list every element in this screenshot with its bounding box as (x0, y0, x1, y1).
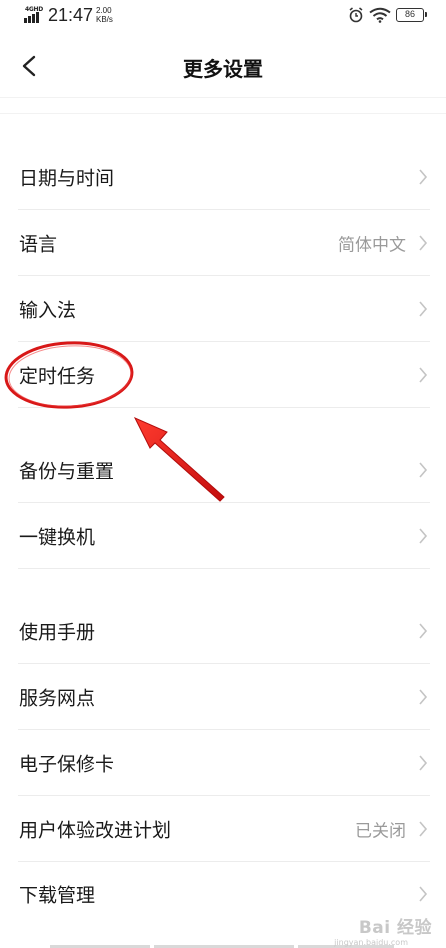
chevron-right-icon (419, 300, 428, 317)
settings-item-label: 电子保修卡 (19, 753, 115, 775)
settings-item-label: 备份与重置 (19, 460, 115, 482)
chevron-right-icon (419, 754, 428, 771)
header-divider (0, 97, 446, 98)
section-divider (0, 113, 446, 114)
app-header: 更多设置 (0, 34, 446, 98)
watermark-sub: jingyan.baidu.com (334, 938, 408, 947)
divider (18, 407, 430, 408)
settings-item-value: 已关闭 (355, 821, 406, 841)
settings-item-label: 用户体验改进计划 (19, 819, 172, 841)
settings-item-label: 一键换机 (19, 526, 96, 548)
battery-icon: 86 (396, 8, 427, 22)
settings-item-value: 简体中文 (338, 235, 406, 255)
network-speed-value: 2.00 (96, 6, 112, 15)
chevron-right-icon (419, 366, 428, 383)
chevron-right-icon (419, 820, 428, 837)
settings-item-label: 服务网点 (19, 687, 96, 709)
settings-item-ux-program[interactable]: 用户体验改进计划 已关闭 (0, 796, 446, 861)
settings-item-label: 日期与时间 (19, 167, 115, 190)
chevron-right-icon (419, 885, 428, 902)
chevron-right-icon (419, 688, 428, 705)
network-speed-unit: KB/s (96, 15, 113, 24)
chevron-right-icon (419, 234, 428, 251)
chevron-right-icon (419, 169, 428, 185)
divider (18, 568, 430, 569)
alarm-icon (349, 7, 363, 23)
settings-item-user-manual[interactable]: 使用手册 (0, 598, 446, 663)
settings-item-e-warranty[interactable]: 电子保修卡 (0, 730, 446, 795)
settings-item-language[interactable]: 语言 简体中文 (0, 210, 446, 275)
settings-item-label: 使用手册 (19, 621, 96, 643)
settings-item-scheduled-tasks[interactable]: 定时任务 (0, 342, 446, 407)
chevron-right-icon (419, 527, 428, 544)
settings-item-label: 语言 (19, 233, 58, 255)
network-speed: 2.00 KB/s (96, 6, 113, 24)
battery-level: 86 (404, 9, 415, 19)
settings-item-input-method[interactable]: 输入法 (0, 276, 446, 341)
settings-item-label: 下载管理 (19, 884, 96, 906)
status-bar: 4GHD 21:47 2.00 KB/s 86 (0, 0, 446, 34)
settings-item-backup-reset[interactable]: 备份与重置 (0, 437, 446, 502)
watermark: Bai 经验 (358, 918, 432, 938)
network-type: 4GHD (25, 6, 43, 13)
settings-item-date-time[interactable]: 日期与时间 (0, 145, 446, 209)
page-title: 更多设置 (183, 57, 263, 81)
clock: 21:47 (48, 5, 94, 25)
settings-item-service-centers[interactable]: 服务网点 (0, 664, 446, 729)
chevron-right-icon (419, 622, 428, 639)
chevron-right-icon (419, 461, 428, 478)
settings-item-phone-clone[interactable]: 一键换机 (0, 503, 446, 568)
signal-icon: 4GHD (24, 6, 44, 23)
settings-item-label: 定时任务 (19, 365, 96, 387)
settings-item-label: 输入法 (19, 299, 77, 321)
wifi-icon (369, 7, 391, 23)
